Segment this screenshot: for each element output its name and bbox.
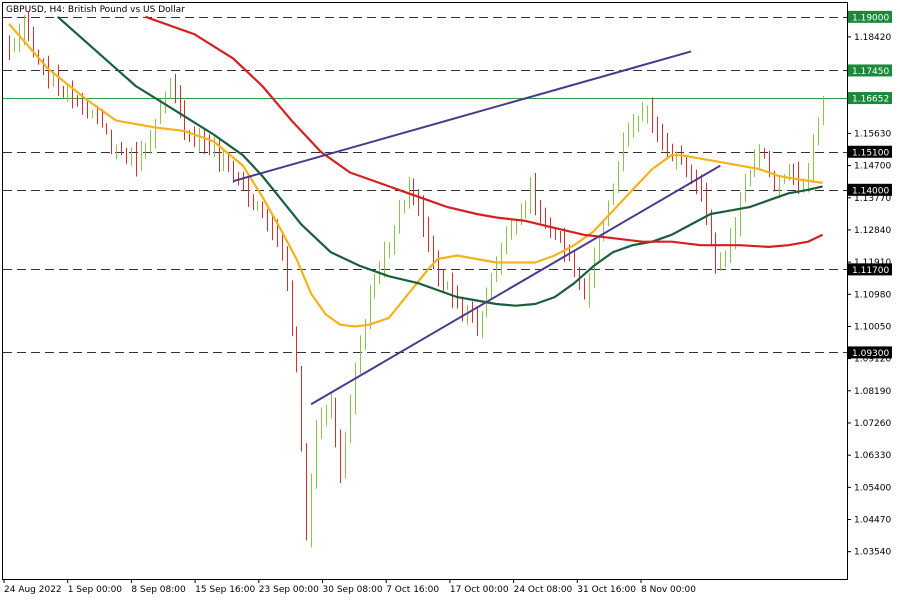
y-tick-label-1: 1.15630 [854,129,891,139]
x-tick-label-7: 17 Oct 00:00 [450,585,509,595]
price-tag-label-1: 1.17450 [852,67,889,77]
price-tag-label-4: 1.14000 [852,186,889,196]
y-tick-label-12: 1.05400 [854,483,891,493]
y-tick-label-4: 1.12840 [854,226,891,236]
x-tick-label-9: 31 Oct 16:00 [577,585,636,595]
y-tick-label-9: 1.08190 [854,387,891,397]
price-tag-label-0: 1.19000 [852,13,889,23]
y-tick-label-10: 1.07260 [854,419,891,429]
price-tag-label-6: 1.09300 [852,349,889,359]
plot-background [0,0,900,600]
candlestick-chart: 1.184201.156301.147001.137701.128401.119… [0,0,900,600]
x-tick-label-5: 30 Sep 08:00 [323,585,383,595]
y-tick-label-13: 1.04470 [854,515,891,525]
y-tick-label-11: 1.06330 [854,451,891,461]
y-tick-label-0: 1.18420 [854,33,891,43]
x-tick-label-8: 24 Oct 08:00 [514,585,573,595]
price-tag-label-3: 1.15100 [852,148,889,158]
chart-container: 1.18420 1.15630 1.14700 1.13770 1.12840 1.119… [0,0,900,600]
y-tick-label-6: 1.10980 [854,290,891,300]
y-tick-label-14: 1.03540 [854,548,891,558]
x-tick-label-1: 1 Sep 00:00 [68,585,123,595]
y-tick-label-7: 1.10050 [854,322,891,332]
x-tick-label-10: 8 Nov 00:00 [641,585,696,595]
x-tick-label-2: 8 Sep 08:00 [131,585,186,595]
x-tick-label-3: 15 Sep 16:00 [195,585,255,595]
price-tag-label-2: 1.16652 [852,95,889,105]
x-tick-label-4: 23 Sep 00:00 [259,585,319,595]
y-tick-label-2: 1.14700 [854,162,891,172]
x-tick-label-0: 24 Aug 2022 [4,585,62,595]
chart-title: GBPUSD, H4: British Pound vs US Dollar [6,5,185,15]
price-tag-label-5: 1.11700 [852,266,889,276]
x-tick-label-6: 7 Oct 16:00 [386,585,439,595]
